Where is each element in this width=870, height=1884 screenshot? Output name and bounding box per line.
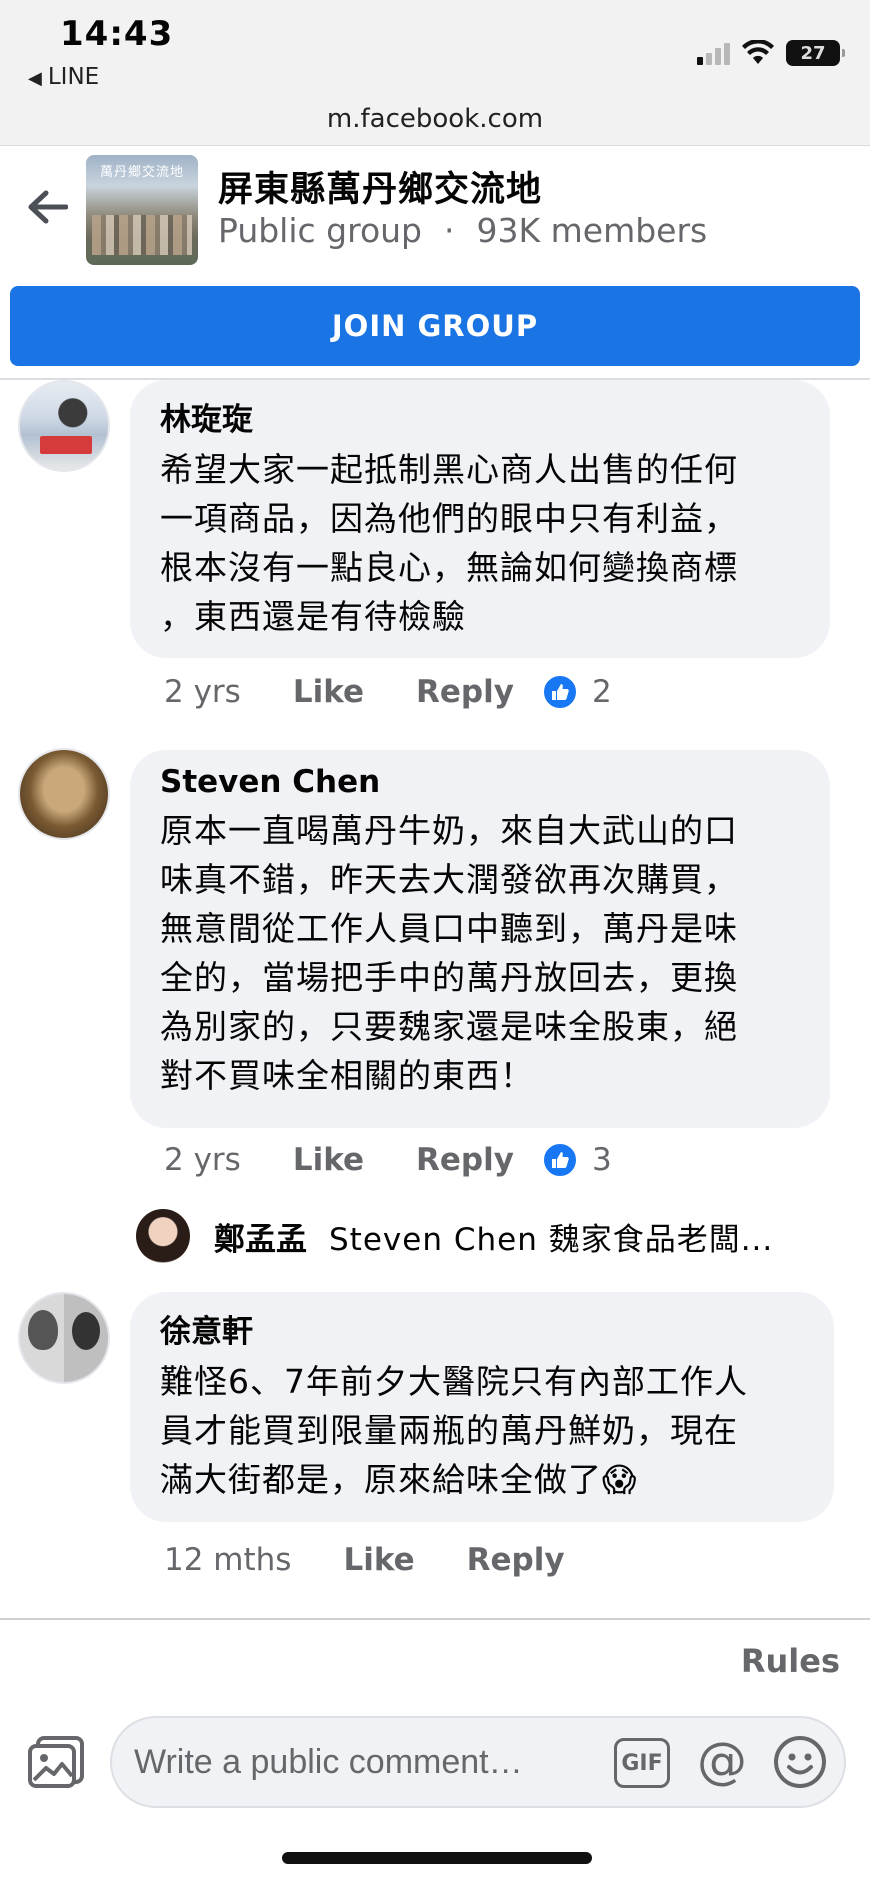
group-photo-caption: 萬丹鄉交流地 bbox=[99, 165, 184, 180]
back-to-app-link[interactable]: ◀ LINE bbox=[28, 64, 99, 90]
comment-bubble: Steven Chen 原本一直喝萬丹牛奶，來自大武山的口 味真不錯，昨天去大潤… bbox=[130, 750, 830, 1128]
status-time: 14:43 bbox=[60, 14, 174, 54]
reply-button[interactable]: Reply bbox=[416, 674, 514, 710]
comment-input[interactable] bbox=[134, 1718, 594, 1806]
comment-text: 原本一直喝萬丹牛奶，來自大武山的口 味真不錯，昨天去大潤發欲再次購買， 無意間從… bbox=[160, 811, 738, 1095]
comment-text: 希望大家一起抵制黑心商人出售的任何 一項商品，因為他們的眼中只有利益， 根本沒有… bbox=[160, 450, 738, 636]
group-privacy: Public group bbox=[218, 211, 422, 250]
reaction-count[interactable]: 2 bbox=[592, 674, 612, 710]
comment-input-box[interactable]: GIF @ bbox=[110, 1716, 846, 1808]
avatar[interactable] bbox=[18, 748, 110, 840]
home-indicator[interactable] bbox=[282, 1852, 592, 1864]
reaction-count[interactable]: 3 bbox=[592, 1142, 612, 1178]
cellular-signal-icon bbox=[697, 41, 730, 65]
back-triangle-icon: ◀ bbox=[28, 68, 42, 89]
reply-avatar[interactable] bbox=[136, 1209, 190, 1263]
rules-link[interactable]: Rules bbox=[741, 1642, 840, 1680]
reply-author[interactable]: 鄭孟孟 bbox=[214, 1214, 307, 1259]
group-members[interactable]: 93K members bbox=[477, 211, 708, 250]
avatar[interactable] bbox=[18, 1292, 110, 1384]
battery-icon: 27 bbox=[786, 40, 845, 66]
comment-actions: 2 yrs Like Reply 3 bbox=[164, 1142, 612, 1178]
like-button[interactable]: Like bbox=[293, 674, 364, 710]
wifi-icon bbox=[742, 40, 774, 64]
footer-divider bbox=[0, 1618, 870, 1620]
comment-author[interactable]: 徐意軒 bbox=[160, 1306, 806, 1351]
comment-bubble: 徐意軒 難怪6、7年前夕大醫院只有內部工作人 員才能買到限量兩瓶的萬丹鮮奶，現在… bbox=[130, 1292, 834, 1522]
comment-author[interactable]: 林琁琁 bbox=[160, 394, 802, 439]
smiley-icon[interactable] bbox=[772, 1734, 828, 1790]
comment-time[interactable]: 2 yrs bbox=[164, 1142, 241, 1178]
comment-actions: 12 mths Like Reply bbox=[164, 1542, 617, 1578]
comment-time[interactable]: 2 yrs bbox=[164, 674, 241, 710]
group-meta: Public group · 93K members bbox=[218, 211, 708, 250]
group-name[interactable]: 屏東縣萬丹鄉交流地 bbox=[218, 161, 542, 212]
reply-text[interactable]: Steven Chen 魏家食品老闆... bbox=[329, 1214, 773, 1259]
comment-actions: 2 yrs Like Reply 2 bbox=[164, 674, 612, 710]
back-arrow-icon[interactable] bbox=[26, 187, 68, 227]
group-header: 萬丹鄉交流地 屏東縣萬丹鄉交流地 Public group · 93K member… bbox=[0, 147, 870, 271]
mention-button[interactable]: @ bbox=[692, 1732, 752, 1792]
avatar[interactable] bbox=[18, 380, 110, 472]
reply-button[interactable]: Reply bbox=[416, 1142, 514, 1178]
photo-icon[interactable] bbox=[26, 1734, 86, 1790]
join-group-button[interactable]: JOIN GROUP bbox=[10, 286, 860, 366]
thumbs-up-icon[interactable] bbox=[541, 1142, 578, 1178]
thumbs-up-icon[interactable] bbox=[541, 674, 578, 710]
comment-bubble: 林琁琁 希望大家一起抵制黑心商人出售的任何 一項商品，因為他們的眼中只有利益， … bbox=[130, 380, 830, 658]
comment-author[interactable]: Steven Chen bbox=[160, 764, 802, 800]
back-app-label: LINE bbox=[47, 64, 100, 90]
gif-button[interactable]: GIF bbox=[614, 1738, 670, 1788]
group-cover-photo[interactable]: 萬丹鄉交流地 bbox=[86, 155, 198, 265]
status-icons: 27 bbox=[697, 38, 845, 68]
like-button[interactable]: Like bbox=[293, 1142, 364, 1178]
reply-preview[interactable]: 鄭孟孟 Steven Chen 魏家食品老闆... bbox=[136, 1208, 836, 1264]
comment-time[interactable]: 12 mths bbox=[164, 1542, 291, 1578]
like-button[interactable]: Like bbox=[343, 1542, 414, 1578]
browser-chrome: 14:43 ◀ LINE 27 m.facebook.com bbox=[0, 0, 870, 146]
url-bar[interactable]: m.facebook.com bbox=[0, 104, 870, 134]
comment-text: 難怪6、7年前夕大醫院只有內部工作人 員才能買到限量兩瓶的萬丹鮮奶，現在 滿大街… bbox=[160, 1362, 748, 1499]
reply-button[interactable]: Reply bbox=[467, 1542, 565, 1578]
